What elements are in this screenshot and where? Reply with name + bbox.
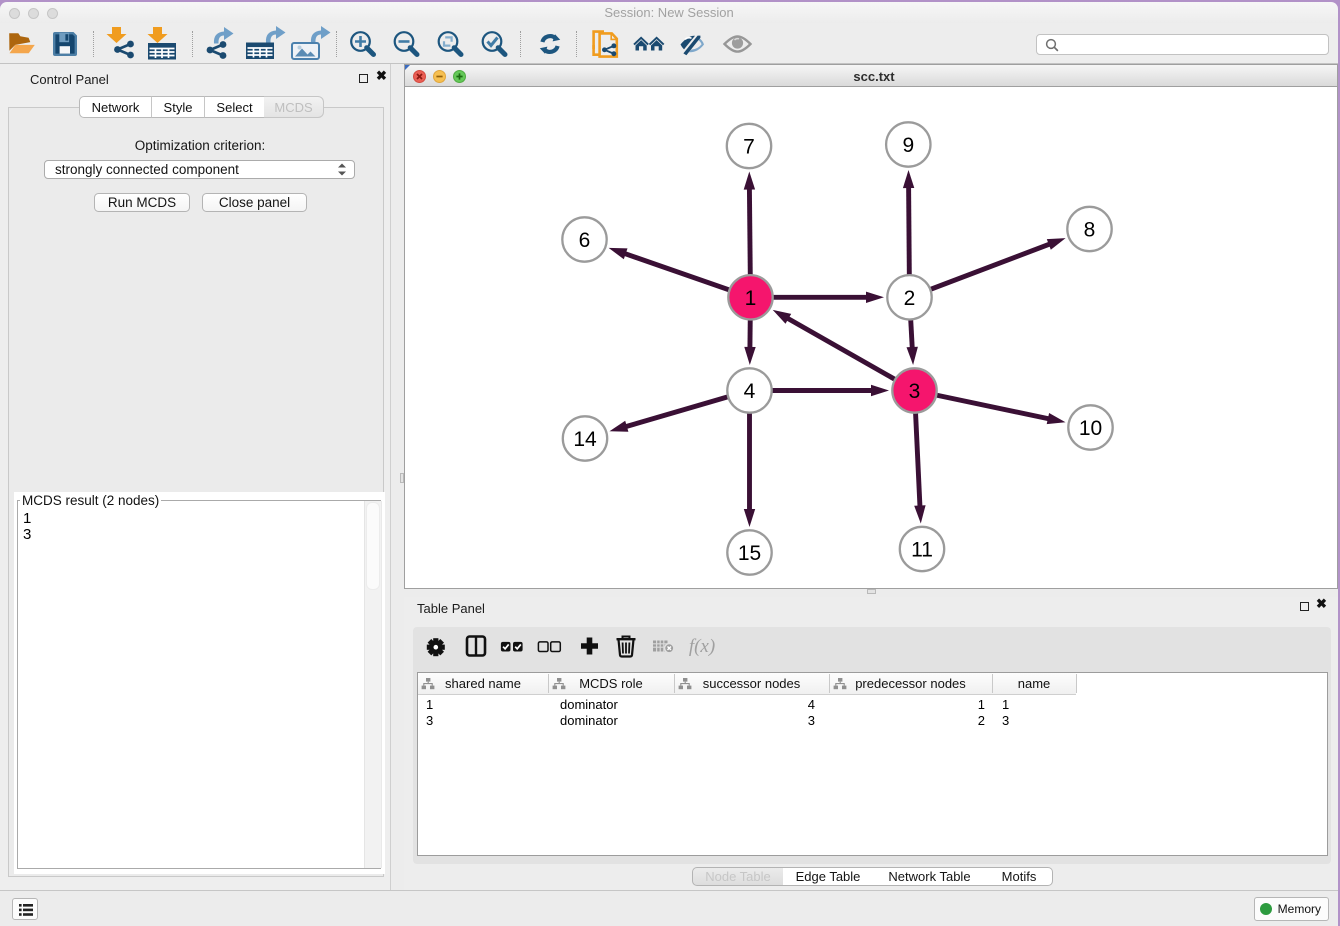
svg-text:3: 3	[909, 380, 921, 403]
svg-text:7: 7	[743, 136, 755, 159]
svg-text:1: 1	[745, 287, 757, 310]
svg-text:2: 2	[904, 287, 916, 310]
svg-text:11: 11	[911, 539, 933, 562]
svg-text:6: 6	[579, 229, 591, 252]
svg-text:8: 8	[1084, 219, 1096, 242]
svg-text:14: 14	[573, 428, 597, 451]
svg-text:9: 9	[902, 134, 914, 157]
svg-text:f(x): f(x)	[689, 636, 715, 657]
svg-text:4: 4	[744, 380, 756, 403]
svg-text:15: 15	[738, 542, 761, 565]
svg-text:10: 10	[1079, 417, 1102, 440]
